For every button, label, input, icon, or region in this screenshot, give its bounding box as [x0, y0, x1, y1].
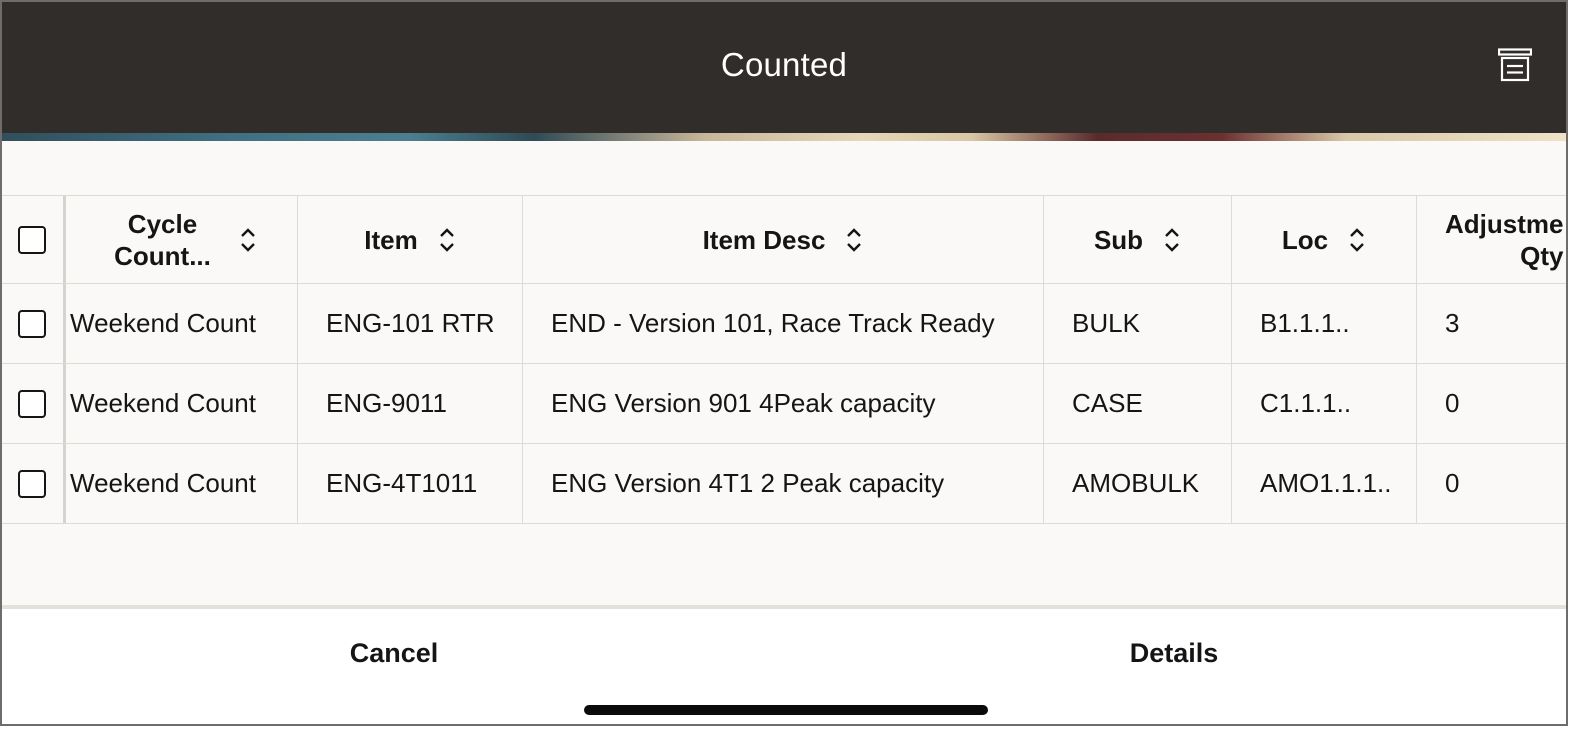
- cell-sub: BULK: [1044, 284, 1232, 363]
- sort-icon[interactable]: [1348, 226, 1366, 254]
- table-row[interactable]: Weekend Count ENG-101 RTR END - Version …: [2, 284, 1566, 364]
- table-row[interactable]: Weekend Count ENG-4T1011 ENG Version 4T1…: [2, 444, 1566, 524]
- cell-loc: C1.1.1..: [1232, 364, 1417, 443]
- cell-adjustment-qty: 0: [1445, 468, 1460, 498]
- cell-item-desc: ENG Version 4T1 2 Peak capacity: [523, 444, 1044, 523]
- row-checkbox[interactable]: [18, 469, 46, 498]
- column-label-loc: Loc: [1281, 224, 1329, 255]
- header-select-cell: [2, 196, 66, 283]
- column-label-item-desc: Item Desc: [702, 224, 826, 255]
- page-title: Counted: [720, 46, 848, 83]
- row-select-cell: [2, 444, 66, 523]
- decorative-banner: [2, 133, 1566, 141]
- row-checkbox[interactable]: [18, 309, 46, 338]
- column-label-adjustment-qty-line2: Qty: [1520, 240, 1564, 271]
- row-checkbox[interactable]: [18, 389, 46, 418]
- column-header-adjustment-qty[interactable]: Adjustme Qty: [1417, 196, 1566, 283]
- column-header-sub[interactable]: Sub: [1044, 196, 1232, 283]
- column-header-loc[interactable]: Loc: [1232, 196, 1417, 283]
- column-label-item: Item: [364, 224, 418, 255]
- column-header-cycle-count[interactable]: Cycle Count...: [66, 196, 298, 283]
- cell-loc: AMO1.1.1..: [1232, 444, 1417, 523]
- app-frame: Counted Cycle Count... Item Item Desc Su…: [0, 0, 1568, 726]
- cell-item-desc: ENG Version 901 4Peak capacity: [523, 364, 1044, 443]
- row-select-cell: [2, 364, 66, 443]
- cell-sub: CASE: [1044, 364, 1232, 443]
- cell-cycle-count: Weekend Count: [66, 364, 298, 443]
- table-row[interactable]: Weekend Count ENG-9011 ENG Version 901 4…: [2, 364, 1566, 444]
- sort-icon[interactable]: [845, 226, 863, 254]
- cell-adjustment-qty: 3: [1445, 308, 1460, 338]
- column-label-cycle-count-line2: Count...: [114, 240, 211, 271]
- sort-icon[interactable]: [438, 226, 456, 254]
- row-select-cell: [2, 284, 66, 363]
- cell-item-desc: END - Version 101, Race Track Ready: [523, 284, 1044, 363]
- sort-icon[interactable]: [239, 226, 257, 254]
- home-indicator[interactable]: [584, 705, 988, 715]
- column-label-cycle-count-line1: Cycle: [127, 208, 198, 239]
- cell-item: ENG-101 RTR: [298, 284, 523, 363]
- filter-list-icon[interactable]: [1497, 48, 1533, 82]
- sort-icon[interactable]: [1163, 226, 1181, 254]
- cell-loc: B1.1.1..: [1232, 284, 1417, 363]
- cell-cycle-count: Weekend Count: [66, 444, 298, 523]
- top-bar: Counted: [2, 2, 1566, 133]
- cell-adjustment-qty: 0: [1445, 388, 1460, 418]
- select-all-checkbox[interactable]: [18, 225, 46, 254]
- cell-sub: AMOBULK: [1044, 444, 1232, 523]
- cancel-button[interactable]: Cancel: [244, 638, 544, 669]
- table-header-row: Cycle Count... Item Item Desc Sub Loc Ad…: [2, 196, 1566, 284]
- column-header-item[interactable]: Item: [298, 196, 523, 283]
- column-header-item-desc[interactable]: Item Desc: [523, 196, 1044, 283]
- column-label-sub: Sub: [1093, 224, 1144, 255]
- cell-cycle-count: Weekend Count: [66, 284, 298, 363]
- action-footer: Cancel Details: [2, 605, 1566, 724]
- details-button[interactable]: Details: [1024, 638, 1324, 669]
- counted-table: Cycle Count... Item Item Desc Sub Loc Ad…: [2, 195, 1566, 524]
- column-label-adjustment-qty-line1: Adjustme: [1445, 208, 1564, 239]
- cell-item: ENG-9011: [298, 364, 523, 443]
- cell-item: ENG-4T1011: [298, 444, 523, 523]
